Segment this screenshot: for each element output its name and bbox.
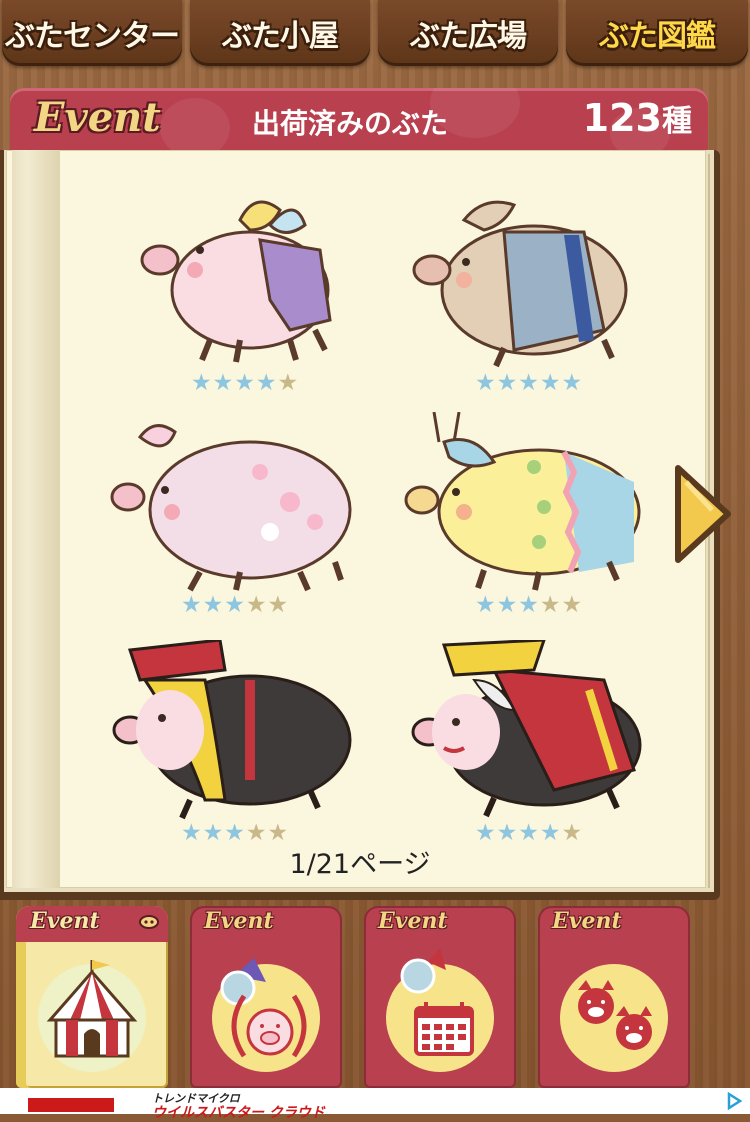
- ad-logo: [28, 1098, 114, 1112]
- star-filled-icon: ★: [255, 370, 278, 396]
- collection-header: Event 出荷済みのぶた 123種: [10, 88, 708, 150]
- star-filled-icon: ★: [561, 370, 584, 396]
- star-empty-icon: ★: [277, 370, 300, 396]
- ainu-pig-icon: [112, 640, 352, 820]
- star-filled-icon: ★: [190, 370, 213, 396]
- star-filled-icon: ★: [518, 370, 540, 396]
- next-page-arrow-icon[interactable]: [672, 462, 734, 566]
- easter-egg-pig-icon: [404, 412, 641, 591]
- star-filled-icon: ★: [180, 592, 203, 618]
- tab-label: Event: [30, 908, 100, 934]
- star-filled-icon: ★: [474, 370, 497, 396]
- sakura-pig-icon: [110, 424, 352, 592]
- tab-buta-koya[interactable]: ぶた小屋: [190, 0, 370, 66]
- star-empty-icon: ★: [539, 592, 562, 618]
- calendar-icon: [400, 948, 474, 1056]
- rarity-stars: ★★★★★: [110, 592, 360, 618]
- fairy-pig-icon: [140, 200, 332, 363]
- kimono-pig-icon: [412, 200, 628, 368]
- category-tab-event-calendar[interactable]: Event: [364, 906, 516, 1092]
- category-tab-event-medal[interactable]: Event: [190, 906, 342, 1092]
- tab-label: Event: [204, 908, 274, 934]
- star-filled-icon: ★: [496, 370, 519, 396]
- pig-entry-easter[interactable]: ★★★★★: [404, 412, 654, 622]
- ad-choices-icon[interactable]: [724, 1092, 744, 1110]
- circus-tent-icon: [46, 960, 138, 1058]
- star-empty-icon: ★: [561, 592, 584, 618]
- star-empty-icon: ★: [267, 592, 290, 618]
- star-filled-icon: ★: [212, 370, 235, 396]
- species-count: 123種: [583, 96, 692, 140]
- pig-medal-icon: [220, 958, 307, 1058]
- star-filled-icon: ★: [474, 592, 497, 618]
- star-filled-icon: ★: [539, 370, 562, 396]
- pig-catalog-book: ★★★★★ ★★★★★ ★★★★★ ★★★★★ ★★★★★ ★★★★★: [0, 150, 720, 900]
- pig-entry-kimono[interactable]: ★★★★★: [404, 190, 654, 400]
- header-title: 出荷済みのぶた: [252, 107, 449, 140]
- category-tab-event-tent[interactable]: Event: [16, 906, 168, 1092]
- tab-buta-center[interactable]: ぶたセンター: [2, 0, 182, 66]
- star-filled-icon: ★: [518, 592, 540, 618]
- pig-nose-icon: [139, 915, 159, 929]
- tab-label: ぶたセンター: [5, 19, 180, 54]
- star-empty-icon: ★: [245, 592, 268, 618]
- tab-buta-zukan[interactable]: ぶた図鑑: [566, 0, 748, 66]
- ad-banner[interactable]: トレンドマイクロ ウイルスバスター クラウド: [0, 1088, 750, 1121]
- pig-entry-ainu[interactable]: ★★★★★: [110, 640, 360, 850]
- tab-label: ぶた小屋: [222, 19, 339, 54]
- pig-pair-icon: [578, 980, 652, 1050]
- tab-label: Event: [378, 908, 448, 934]
- ad-text: ウイルスバスター クラウド: [152, 1105, 325, 1121]
- pig-entry-fairy[interactable]: ★★★★★: [120, 190, 370, 400]
- star-filled-icon: ★: [496, 592, 519, 618]
- rarity-stars: ★★★★★: [404, 370, 654, 396]
- count-value: 123: [582, 96, 662, 140]
- ainu-woman-pig-icon: [411, 640, 642, 818]
- tab-label: ぶた広場: [410, 19, 527, 54]
- star-filled-icon: ★: [224, 592, 246, 618]
- pig-entry-sakura[interactable]: ★★★★★: [110, 412, 360, 622]
- rarity-stars: ★★★★★: [120, 370, 370, 396]
- book-spine: [12, 150, 60, 888]
- pig-entry-ainu-woman[interactable]: ★★★★★: [404, 640, 654, 850]
- event-logo: Event: [34, 94, 161, 141]
- page-indicator: 1/21ページ: [289, 849, 431, 880]
- count-unit: 種: [662, 104, 692, 139]
- tab-label: Event: [552, 908, 622, 934]
- star-filled-icon: ★: [234, 370, 256, 396]
- tab-label: ぶた図鑑: [599, 19, 716, 54]
- category-tab-event-pigs[interactable]: Event: [538, 906, 690, 1092]
- star-filled-icon: ★: [202, 592, 225, 618]
- tab-buta-hiroba[interactable]: ぶた広場: [378, 0, 558, 66]
- rarity-stars: ★★★★★: [404, 592, 654, 618]
